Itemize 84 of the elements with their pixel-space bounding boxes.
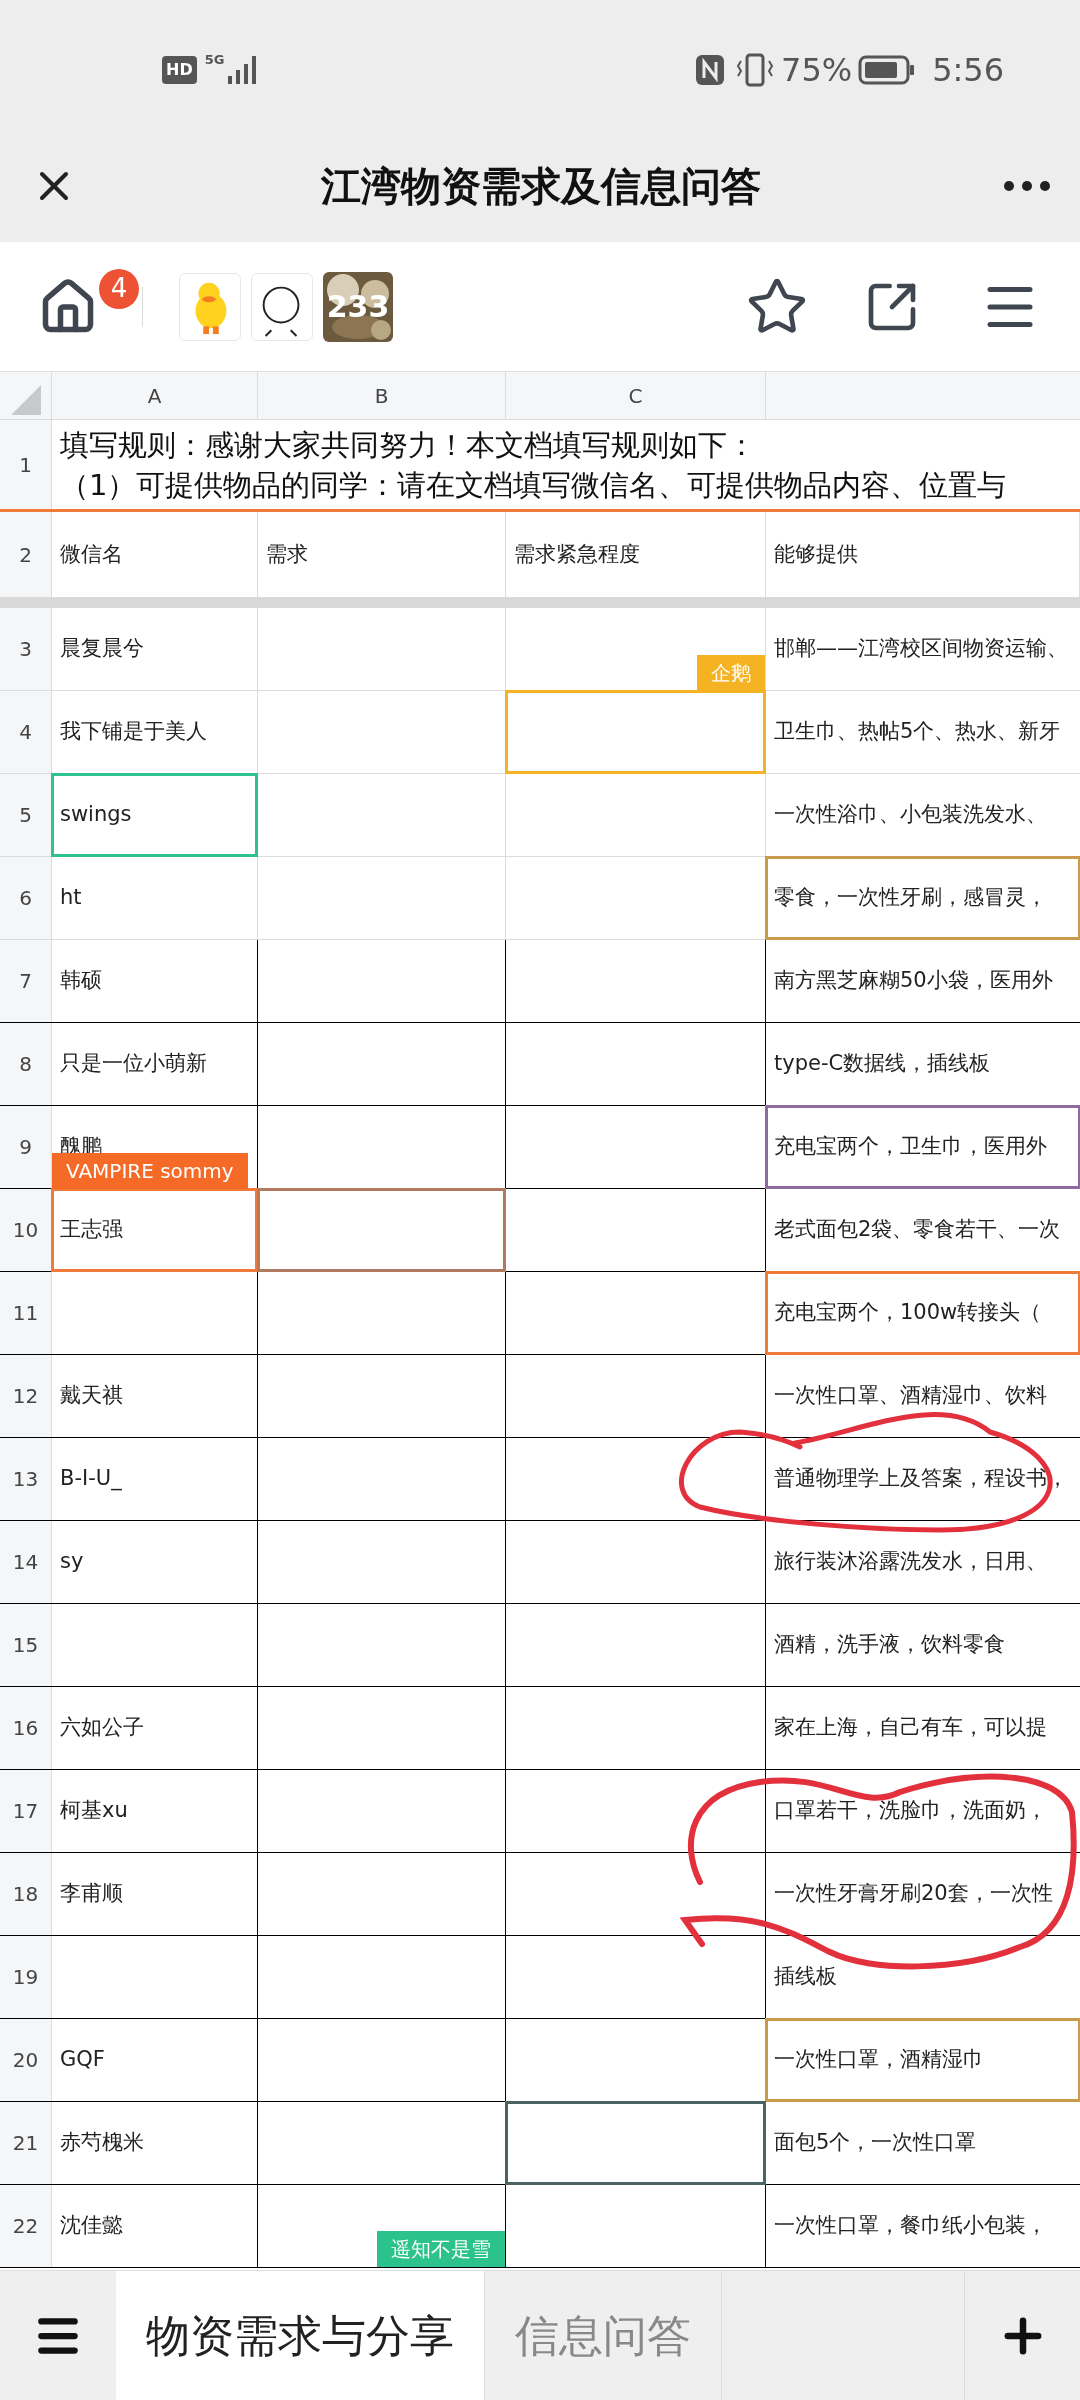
row-number: 6 [19, 885, 32, 912]
cell-text: ht [60, 884, 82, 912]
collaborator-tag: 遥知不是雪 [377, 2231, 505, 2267]
cell-text: 戴天祺 [60, 1382, 123, 1410]
cell-text: 卫生巾、热帖5个、热水、新牙 [774, 718, 1061, 746]
cell-text: 李甫顺 [60, 1880, 123, 1908]
cell-text: swings [60, 801, 132, 829]
cell-text: 六如公子 [60, 1714, 144, 1742]
column-header[interactable]: B [374, 380, 389, 411]
row-number: 21 [12, 2130, 39, 2157]
row-number: 20 [12, 2047, 39, 2074]
row-number: 14 [12, 1549, 39, 1576]
row-number: 16 [12, 1715, 39, 1742]
row-number: 9 [19, 1134, 32, 1161]
cell-text: 一次性口罩，酒精湿巾 [774, 2046, 984, 2074]
more-icon [1004, 181, 1050, 191]
cell-text: 酒精，洗手液，饮料零食 [774, 1631, 1005, 1659]
column-title: 能够提供 [774, 540, 858, 568]
column-title: 微信名 [60, 540, 123, 568]
row-number: 2 [19, 541, 32, 569]
cell-text: 零食，一次性牙刷，感冒灵， [774, 884, 1047, 912]
nfc-icon [695, 54, 725, 86]
row-number: 15 [12, 1632, 39, 1659]
row-number: 17 [12, 1798, 39, 1825]
more-button[interactable] [1004, 181, 1050, 191]
sticker-avatar[interactable] [179, 272, 241, 341]
cell-text: 一次性牙膏牙刷20套，一次性 [774, 1880, 1053, 1908]
cell-text: 沈佳懿 [60, 2212, 123, 2240]
column-header[interactable]: A [147, 380, 162, 411]
cell-text: 我下铺是于美人 [60, 718, 207, 746]
row-number: 1 [19, 451, 32, 479]
rules-text: 填写规则：感谢大家共同努力！本文档填写规则如下： [60, 426, 757, 464]
battery-percent: 75% [781, 50, 853, 91]
cell-text: 柯基xu [60, 1797, 128, 1825]
cell-text: B-I-U_ [60, 1465, 122, 1493]
cell-text: 一次性口罩、酒精湿巾、饮料 [774, 1382, 1047, 1410]
notification-badge: 4 [99, 268, 139, 309]
cell-text: 南方黑芝麻糊50小袋，医用外 [774, 967, 1053, 995]
column-title: 需求 [266, 540, 308, 568]
cell-text: GQF [60, 2046, 105, 2074]
row-number: 4 [19, 719, 32, 746]
row-number: 3 [19, 636, 32, 663]
sheet-tab[interactable]: 物资需求与分享 [116, 2271, 485, 2400]
column-title: 需求紧急程度 [514, 540, 640, 568]
cell-text: 只是一位小萌新 [60, 1050, 207, 1078]
row-number: 13 [12, 1466, 39, 1493]
collaborator-tag: VAMPIRE sommy [52, 1153, 248, 1189]
doodle-avatar[interactable] [251, 272, 313, 341]
cell-text: 面包5个，一次性口罩 [774, 2129, 977, 2157]
row-number: 18 [12, 1881, 39, 1908]
row-number: 5 [19, 802, 32, 829]
battery-icon [858, 55, 917, 85]
clock: 5:56 [932, 50, 1004, 91]
network-label: 5G [204, 51, 225, 69]
hd-badge: HD [162, 56, 197, 84]
cell-text: 普通物理学上及答案，程设书， [774, 1465, 1068, 1493]
row-number: 22 [12, 2213, 39, 2240]
cell-text: 韩硕 [60, 967, 102, 995]
cell-text: 插线板 [774, 1963, 837, 1991]
row-number: 12 [12, 1383, 39, 1410]
row-number: 7 [19, 968, 32, 995]
cell-text: 一次性浴巾、小包装洗发水、 [774, 801, 1047, 829]
vibrate-icon [735, 53, 775, 87]
cell-text: 一次性口罩，餐巾纸小包装， [774, 2212, 1047, 2240]
column-header[interactable]: C [628, 380, 643, 411]
row-number: 10 [12, 1217, 39, 1244]
cell-text: 晨复晨兮 [60, 635, 144, 663]
cell-text: 口罩若干，洗脸巾，洗面奶， [774, 1797, 1047, 1825]
window-title: 江湾物资需求及信息问答 [320, 162, 762, 211]
cell-text: 老式面包2袋、零食若干、一次 [774, 1216, 1061, 1244]
row-number: 19 [12, 1964, 39, 1991]
cell-text: sy [60, 1548, 84, 1576]
rules-text: （1）可提供物品的同学：请在文档填写微信名、可提供物品内容、位置与 [60, 466, 1008, 504]
cell-text: 充电宝两个，100w转接头（ [774, 1299, 1042, 1327]
cell-text: 赤芍槐米 [60, 2129, 144, 2157]
cell-text: 邯郸——江湾校区间物资运输、 [774, 635, 1068, 663]
cell-text: 王志强 [60, 1216, 123, 1244]
cell-text: 家在上海，自己有车，可以提 [774, 1714, 1047, 1742]
row-number: 8 [19, 1051, 32, 1078]
collaborator-tag: 企鹅 [697, 655, 765, 691]
cell-text: 充电宝两个，卫生巾，医用外 [774, 1133, 1047, 1161]
cell-text: 旅行装沐浴露洗发水，日用、 [774, 1548, 1047, 1576]
row-number: 11 [12, 1300, 39, 1327]
cell-text: type-C数据线，插线板 [774, 1050, 991, 1078]
